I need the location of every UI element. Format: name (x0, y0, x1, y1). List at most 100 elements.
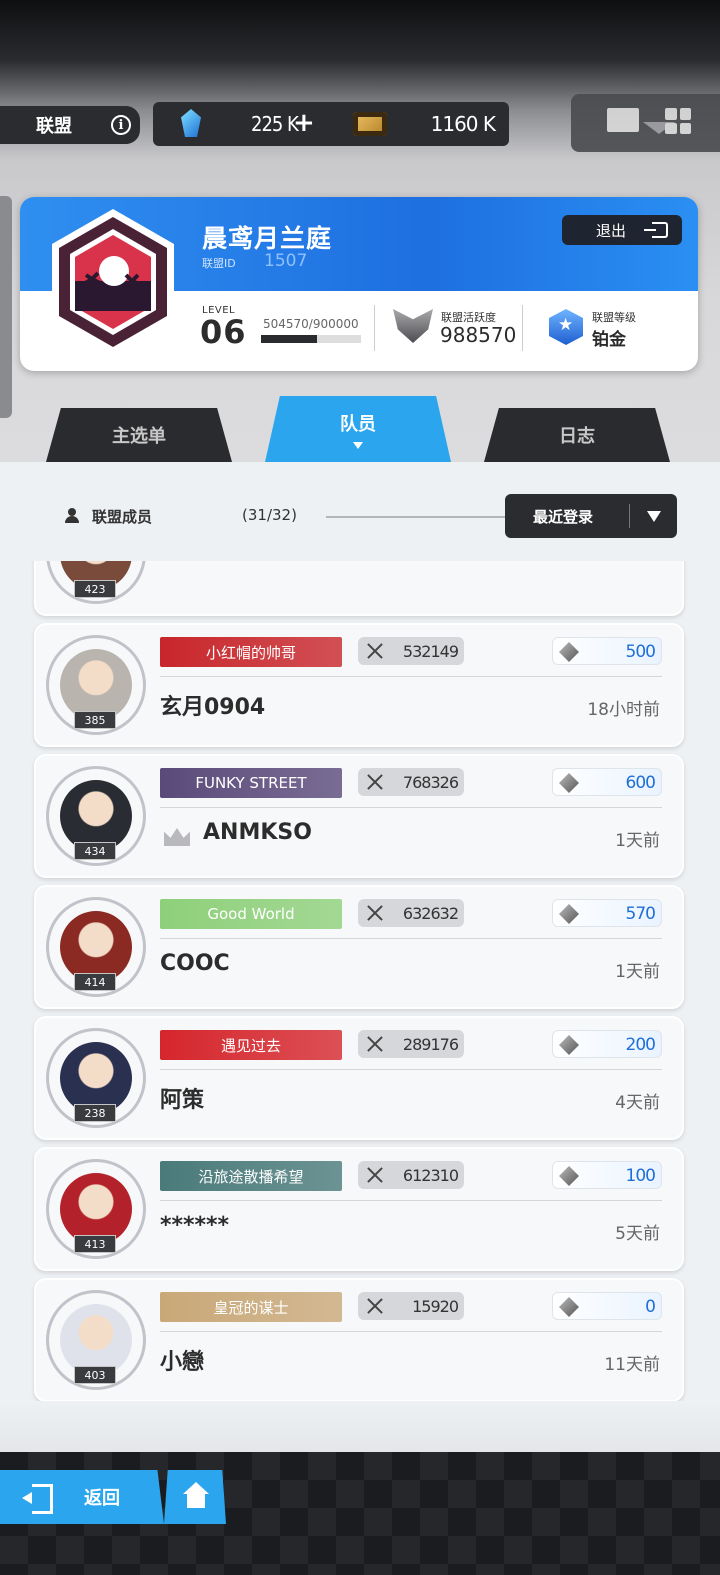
member-title: 遇见过去 (220, 1036, 281, 1055)
member-name: COOC (160, 951, 230, 976)
activity-value: 988570 (440, 323, 517, 347)
member-name: 小戀 (160, 1350, 205, 1375)
guild-info-card: 晨鸢月兰庭 联盟ID 1507 退出 LEVEL 06 504570/90000… (20, 197, 698, 371)
divider (160, 1331, 662, 1332)
member-avatar[interactable]: 413 (46, 1159, 146, 1259)
member-list[interactable]: 423 男者18小时前 385 小红帽的帅哥 532149 500 玄月0904… (0, 561, 720, 1401)
avatar-level: 414 (74, 973, 116, 991)
member-card[interactable]: 385 小红帽的帅哥 532149 500 玄月0904 18小时前 (34, 623, 684, 747)
member-title: FUNKY STREET (195, 774, 307, 792)
diamond-icon (559, 773, 579, 793)
member-title: 沿旅途散播希望 (198, 1167, 304, 1186)
members-panel: 联盟成员 (31/32) 最近登录 423 男者18小时前 385 小红帽的帅哥… (0, 462, 720, 1452)
back-icon (22, 1482, 53, 1514)
tickets-value: 1160 K (430, 112, 496, 136)
activity-shield-icon (393, 309, 433, 343)
members-label: 联盟成员 (92, 508, 153, 526)
contribution-value: 600 (625, 773, 656, 793)
member-title-plate: FUNKY STREET (160, 768, 342, 798)
member-avatar[interactable]: 414 (46, 897, 146, 997)
contribution-value: 200 (625, 1035, 656, 1055)
member-avatar[interactable]: 434 (46, 766, 146, 866)
exit-label: 退出 (596, 221, 627, 240)
combat-power: 532149 (358, 637, 464, 665)
members-icon (65, 508, 81, 523)
gem-icon (181, 109, 201, 137)
exp-text: 504570/900000 (263, 317, 359, 331)
combat-power: 612310 (358, 1161, 464, 1189)
contribution-value: 500 (625, 642, 656, 662)
divider (326, 516, 506, 518)
contribution-value: 100 (625, 1166, 656, 1186)
avatar-level: 413 (74, 1235, 116, 1253)
member-avatar[interactable]: 238 (46, 1028, 146, 1128)
combat-power: 289176 (358, 1030, 464, 1058)
contribution: 200 (552, 1030, 662, 1058)
home-button[interactable] (164, 1470, 226, 1524)
last-login: 1天前 (615, 831, 660, 851)
back-button[interactable]: 返回 (0, 1470, 164, 1524)
combat-power: 15920 (358, 1292, 464, 1320)
member-title-plate: Good World (160, 899, 342, 929)
exp-progress-bar (261, 335, 361, 343)
crossed-swords-icon (366, 773, 384, 791)
member-card[interactable]: 434 FUNKY STREET 768326 600 ANMKSO 1天前 (34, 754, 684, 878)
bottom-bar: 返回 (0, 1452, 720, 1575)
add-gems-button[interactable]: + (293, 108, 315, 138)
member-card[interactable]: 423 男者18小时前 (34, 561, 684, 616)
avatar-level: 238 (74, 1104, 116, 1122)
grid-menu-icon[interactable] (665, 108, 691, 134)
tab-label: 队员 (340, 413, 376, 435)
dropdown-arrow-icon (647, 511, 661, 522)
combat-power: 768326 (358, 768, 464, 796)
diamond-icon (559, 1035, 579, 1055)
exit-guild-button[interactable]: 退出 (562, 215, 682, 245)
member-title-plate: 皇冠的谋士 (160, 1292, 342, 1322)
crown-icon (164, 828, 190, 846)
combat-power: 632632 (358, 899, 464, 927)
divider (160, 1069, 662, 1070)
avatar-level: 423 (74, 580, 116, 598)
home-icon (183, 1482, 209, 1510)
member-title-plate: 小红帽的帅哥 (160, 637, 342, 667)
tab-main-menu[interactable]: 主选单 (46, 408, 232, 462)
top-right-menu (571, 94, 720, 152)
member-title: 皇冠的谋士 (213, 1298, 289, 1317)
member-avatar[interactable]: 385 (46, 635, 146, 735)
member-title-plate: 沿旅途散播希望 (160, 1161, 342, 1191)
member-name: 玄月0904 (160, 695, 266, 720)
side-drawer-handle[interactable] (0, 196, 12, 418)
member-avatar[interactable]: 423 (46, 561, 146, 604)
last-login: 5天前 (615, 1224, 660, 1244)
tab-members[interactable]: 队员 (265, 396, 451, 462)
crossed-swords-icon (366, 1297, 384, 1315)
crossed-swords-icon (366, 1166, 384, 1184)
crossed-swords-icon (366, 642, 384, 660)
member-card[interactable]: 238 遇见过去 289176 200 阿策 4天前 (34, 1016, 684, 1140)
alliance-button[interactable]: 联盟 i (0, 106, 140, 144)
grade-value: 铂金 (592, 330, 626, 350)
mail-icon[interactable] (607, 108, 675, 134)
member-card[interactable]: 413 沿旅途散播希望 612310 100 ****** 5天前 (34, 1147, 684, 1271)
member-card[interactable]: 403 皇冠的谋士 15920 0 小戀 11天前 (34, 1278, 684, 1401)
sort-dropdown[interactable]: 最近登录 (505, 494, 677, 538)
member-card[interactable]: 414 Good World 632632 570 COOC 1天前 (34, 885, 684, 1009)
info-icon[interactable]: i (111, 115, 131, 135)
top-bar: 联盟 i 225 K + 1160 K (0, 94, 720, 152)
power-value: 15920 (412, 1297, 459, 1316)
power-value: 532149 (402, 642, 459, 661)
avatar-level: 385 (74, 711, 116, 729)
member-name: ANMKSO (203, 820, 312, 845)
diamond-icon (559, 1297, 579, 1317)
back-label: 返回 (84, 1488, 120, 1509)
tab-log[interactable]: 日志 (484, 408, 670, 462)
power-value: 612310 (402, 1166, 459, 1185)
power-value: 289176 (402, 1035, 459, 1054)
contribution: 500 (552, 637, 662, 665)
avatar-level: 403 (74, 1366, 116, 1384)
contribution-value: 570 (625, 904, 656, 924)
crossed-swords-icon (366, 1035, 384, 1053)
power-value: 768326 (402, 773, 459, 792)
member-avatar[interactable]: 403 (46, 1290, 146, 1390)
guild-id-label: 联盟ID (202, 257, 236, 270)
